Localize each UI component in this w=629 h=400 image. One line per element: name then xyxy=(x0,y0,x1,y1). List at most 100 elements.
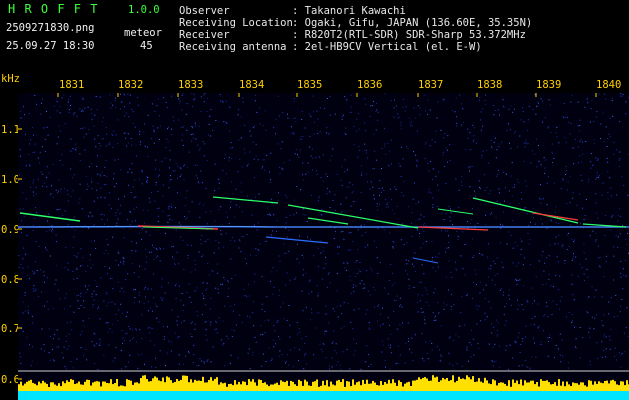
level-base xyxy=(344,391,346,400)
noise-pixel xyxy=(111,133,113,135)
noise-pixel xyxy=(37,157,39,159)
noise-pixel xyxy=(408,285,410,287)
noise-pixel xyxy=(153,297,154,299)
noise-pixel xyxy=(159,247,161,249)
noise-pixel xyxy=(346,349,348,350)
noise-pixel xyxy=(273,214,275,216)
noise-pixel xyxy=(72,190,74,192)
level-base xyxy=(272,391,274,400)
noise-pixel xyxy=(227,280,229,282)
noise-pixel xyxy=(520,192,522,193)
noise-pixel xyxy=(294,153,296,155)
noise-pixel xyxy=(620,272,622,274)
noise-pixel xyxy=(100,187,102,189)
noise-pixel xyxy=(323,344,325,346)
noise-pixel xyxy=(143,222,145,224)
noise-pixel xyxy=(64,123,66,125)
level-base xyxy=(454,391,456,400)
noise-pixel xyxy=(127,142,129,144)
level-bar xyxy=(394,382,396,391)
level-base xyxy=(78,391,80,400)
level-bar xyxy=(296,385,298,391)
noise-pixel xyxy=(73,254,75,256)
noise-pixel xyxy=(144,268,146,270)
level-bar xyxy=(336,380,338,391)
noise-pixel xyxy=(101,121,103,123)
level-base xyxy=(452,391,454,400)
level-bar xyxy=(108,383,110,391)
noise-pixel xyxy=(601,194,603,196)
noise-pixel xyxy=(234,240,235,242)
noise-pixel xyxy=(627,194,629,196)
noise-pixel xyxy=(607,198,609,200)
noise-pixel xyxy=(118,309,120,311)
noise-pixel xyxy=(82,98,84,100)
level-bar xyxy=(252,379,254,391)
noise-pixel xyxy=(49,359,51,361)
level-bar xyxy=(158,380,160,391)
noise-pixel xyxy=(519,238,521,240)
noise-pixel xyxy=(230,305,231,307)
noise-pixel xyxy=(40,171,42,173)
noise-pixel xyxy=(200,239,202,241)
app-version: 1.0.0 xyxy=(128,4,160,16)
level-bar xyxy=(368,383,370,391)
noise-pixel xyxy=(433,317,435,319)
level-bar xyxy=(508,380,510,391)
noise-pixel xyxy=(217,288,219,290)
noise-pixel xyxy=(34,143,36,145)
noise-pixel xyxy=(620,260,622,262)
noise-pixel xyxy=(358,149,360,151)
noise-pixel xyxy=(551,151,553,153)
noise-pixel xyxy=(543,315,545,317)
noise-pixel xyxy=(80,305,82,306)
level-bar xyxy=(582,382,584,391)
noise-pixel xyxy=(623,274,625,276)
noise-pixel xyxy=(161,161,163,162)
level-base xyxy=(90,391,92,400)
noise-pixel xyxy=(249,130,251,132)
noise-pixel xyxy=(543,330,545,332)
noise-pixel xyxy=(321,215,323,217)
noise-pixel xyxy=(35,193,37,195)
noise-pixel xyxy=(499,366,501,368)
noise-pixel xyxy=(360,224,362,226)
level-bar xyxy=(468,377,470,391)
noise-pixel xyxy=(372,186,374,188)
noise-pixel xyxy=(382,307,383,309)
noise-pixel xyxy=(252,354,254,356)
noise-pixel xyxy=(514,341,516,343)
level-bar xyxy=(58,383,60,391)
noise-pixel xyxy=(188,151,190,153)
noise-pixel xyxy=(384,143,386,145)
noise-pixel xyxy=(547,127,549,129)
noise-pixel xyxy=(104,214,105,216)
noise-pixel xyxy=(203,143,205,145)
noise-pixel xyxy=(424,323,426,325)
noise-pixel xyxy=(230,142,232,144)
noise-pixel xyxy=(70,138,71,139)
noise-pixel xyxy=(188,211,190,213)
noise-pixel xyxy=(221,339,223,341)
noise-pixel xyxy=(596,314,597,316)
noise-pixel xyxy=(157,221,159,223)
noise-pixel xyxy=(384,146,386,148)
level-bar xyxy=(32,382,34,391)
noise-pixel xyxy=(541,255,543,257)
noise-pixel xyxy=(554,243,556,245)
noise-pixel xyxy=(350,232,352,234)
noise-pixel xyxy=(33,195,35,197)
noise-pixel xyxy=(340,203,342,205)
noise-pixel xyxy=(325,305,327,307)
noise-pixel xyxy=(428,188,430,190)
noise-pixel xyxy=(135,289,136,290)
noise-pixel xyxy=(485,214,487,216)
noise-pixel xyxy=(534,94,536,96)
level-base xyxy=(604,391,606,400)
noise-pixel xyxy=(421,228,423,230)
level-base xyxy=(442,391,444,400)
noise-pixel xyxy=(194,260,196,262)
noise-pixel xyxy=(460,181,462,183)
noise-pixel xyxy=(240,182,242,184)
noise-pixel xyxy=(28,310,30,311)
